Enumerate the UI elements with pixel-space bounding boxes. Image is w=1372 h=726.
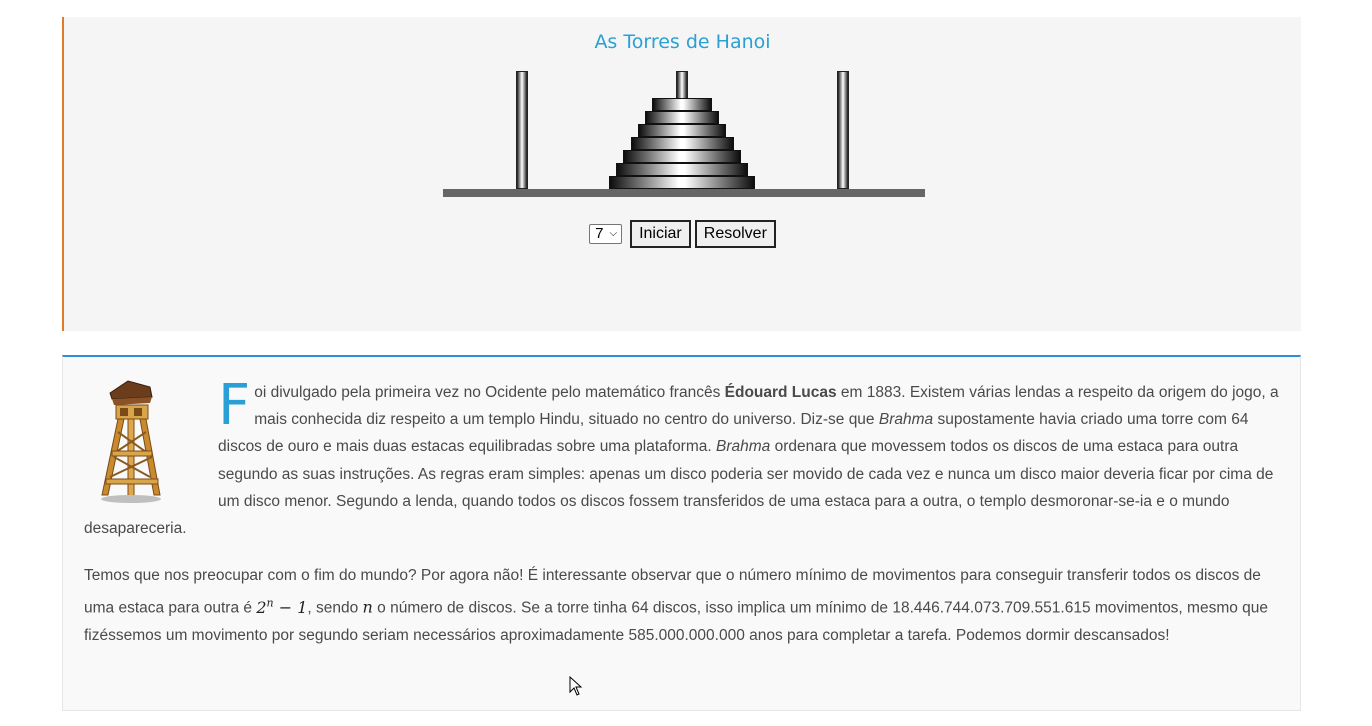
peg-right[interactable] <box>837 71 849 189</box>
formula-moves: 2n − 1 <box>256 596 308 617</box>
game-controls: 7 ⌵ Iniciar Resolver <box>64 220 1301 248</box>
brahma-term-2: Brahma <box>716 438 771 456</box>
disk[interactable] <box>652 98 712 111</box>
disk[interactable] <box>637 124 727 137</box>
chevron-down-icon: ⌵ <box>609 228 618 239</box>
disk[interactable] <box>630 137 734 150</box>
hanoi-board[interactable] <box>64 17 1301 217</box>
drop-cap-letter: F <box>218 373 251 438</box>
p2-text-2: , sendo <box>307 599 363 617</box>
article-paragraph-2: Temos que nos preocupar com o fim do mun… <box>84 562 1279 649</box>
formula-minus-one: − 1 <box>273 597 308 617</box>
disk[interactable] <box>644 111 720 124</box>
hanoi-game-panel: As Torres de Hanoi 7 ⌵ Iniciar Resolver <box>62 17 1301 331</box>
disk-count-select[interactable]: 7 ⌵ <box>589 224 623 244</box>
formula-exponent: n <box>266 596 274 610</box>
article-panel: Foi divulgado pela primeira vez no Ocide… <box>62 355 1301 711</box>
tower-icon <box>101 380 161 503</box>
formula-base: 2 <box>256 597 267 617</box>
solve-button[interactable]: Resolver <box>694 220 776 248</box>
disk[interactable] <box>616 163 748 176</box>
board-base <box>443 189 925 197</box>
formula-var-n: n <box>362 597 373 617</box>
p1-text-1: oi divulgado pela primeira vez no Ociden… <box>254 384 725 401</box>
mouse-pointer-icon <box>569 676 583 696</box>
author-name: Édouard Lucas <box>724 384 837 401</box>
article-paragraph-1: Foi divulgado pela primeira vez no Ocide… <box>84 373 1279 542</box>
peg-left[interactable] <box>516 71 528 189</box>
disk[interactable] <box>609 176 755 189</box>
start-button[interactable]: Iniciar <box>630 220 691 248</box>
disk[interactable] <box>623 150 741 163</box>
brahma-term-1: Brahma <box>878 411 934 429</box>
article-body: Foi divulgado pela primeira vez no Ocide… <box>84 373 1279 669</box>
disk-count-value: 7 <box>595 225 604 242</box>
